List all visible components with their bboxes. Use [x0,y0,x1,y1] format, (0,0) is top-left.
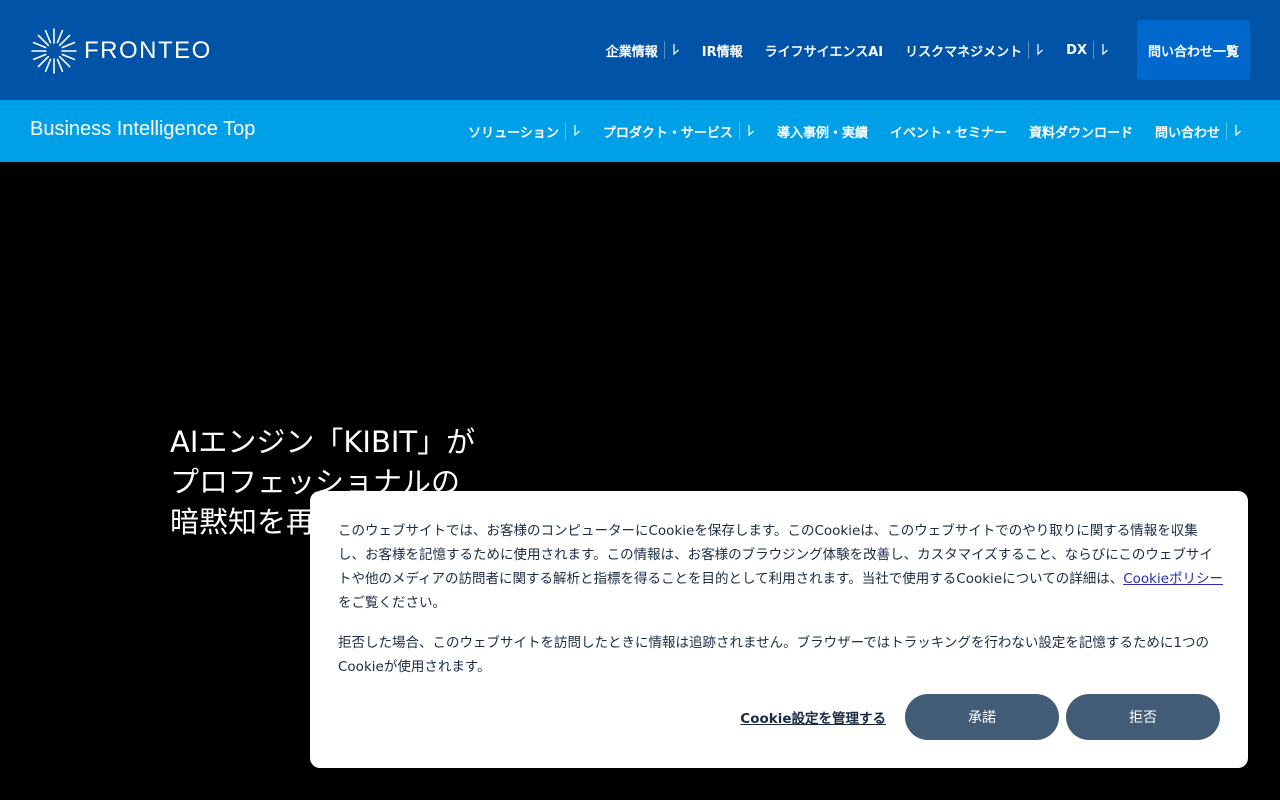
nav-item-label: IR情報 [701,44,743,60]
subnav-item-cases[interactable]: 導入事例・実績 [777,122,868,141]
cookie-actions: Cookie設定を管理する 承諾 拒否 [740,694,1220,740]
cookie-policy-link[interactable]: Cookieポリシー [1123,571,1223,587]
subnav-item-label: 資料ダウンロード [1028,125,1133,141]
subnav-item-contact[interactable]: 問い合わせ [1155,122,1242,141]
subnav-item-label: 導入事例・実績 [776,125,868,141]
top-header: FRONTEO 企業情報 IR情報 ライフサイエンスAI リスクマネジメント D… [0,0,1280,100]
contact-list-button[interactable]: 問い合わせ一覧 [1137,20,1250,80]
nav-item-label: リスクマネジメント [905,44,1023,60]
subnav-item-label: ソリューション [468,125,559,141]
dropdown-toggle[interactable] [564,122,581,140]
dropdown-toggle[interactable] [1226,122,1242,140]
subnav-item-label: プロダクト・サービス [602,125,733,141]
subnav-item-events[interactable]: イベント・セミナー [890,122,1007,141]
cookie-text: このウェブサイトでは、お客様のコンピューターにCookieを保存します。このCo… [338,523,1213,587]
sub-nav: ソリューション プロダクト・サービス 導入事例・実績 イベント・セミナー 資料ダ… [446,100,1242,162]
arrow-down-icon [748,125,754,137]
nav-item-lifescience[interactable]: ライフサイエンスAI [765,41,884,60]
arrow-down-icon [1037,44,1044,56]
nav-item-label: DX [1066,42,1087,58]
hero-line: AIエンジン「KIBIT」が [170,425,476,459]
cookie-reject-note: 拒否した場合、このウェブサイトを訪問したときに情報は追跡されません。ブラウザーで… [338,635,1209,675]
nav-item-risk[interactable]: リスクマネジメント [905,41,1044,60]
accept-button[interactable]: 承諾 [905,694,1059,740]
subnav-item-products[interactable]: プロダクト・サービス [603,122,755,141]
dropdown-toggle[interactable] [663,41,680,59]
manage-cookies-link[interactable]: Cookie設定を管理する [740,707,886,727]
arrow-down-icon [1235,125,1241,137]
sub-header: Business Intelligence Top ソリューション プロダクト・… [0,100,1280,162]
subnav-item-solutions[interactable]: ソリューション [468,122,581,141]
fronteo-logo[interactable]: FRONTEO [30,27,212,75]
arrow-down-icon [574,125,580,137]
sunburst-icon [31,28,77,74]
dropdown-toggle[interactable] [1028,41,1044,59]
nav-item-ir[interactable]: IR情報 [702,41,743,60]
nav-item-label: 企業情報 [605,44,658,60]
cookie-description: このウェブサイトでは、お客様のコンピューターにCookieを保存します。このCo… [338,519,1224,615]
arrow-down-icon [1102,44,1108,56]
nav-item-label: ライフサイエンスAI [764,44,884,60]
reject-button[interactable]: 拒否 [1066,694,1220,740]
logo-wordmark: FRONTEO [84,37,212,64]
main-nav: 企業情報 IR情報 ライフサイエンスAI リスクマネジメント DX 問い合わせ一… [584,0,1250,100]
cookie-text: をご覧ください。 [338,595,446,611]
subnav-item-label: 問い合わせ [1154,125,1220,141]
subnav-item-label: イベント・セミナー [889,125,1007,141]
dropdown-toggle[interactable] [1093,41,1109,59]
section-title[interactable]: Business Intelligence Top [30,118,255,141]
arrow-down-icon [673,44,679,56]
subnav-item-downloads[interactable]: 資料ダウンロード [1029,122,1133,141]
nav-item-company[interactable]: 企業情報 [606,41,680,60]
cookie-consent-banner: このウェブサイトでは、お客様のコンピューターにCookieを保存します。このCo… [310,491,1248,768]
dropdown-toggle[interactable] [738,122,755,140]
nav-item-dx[interactable]: DX [1066,41,1109,59]
